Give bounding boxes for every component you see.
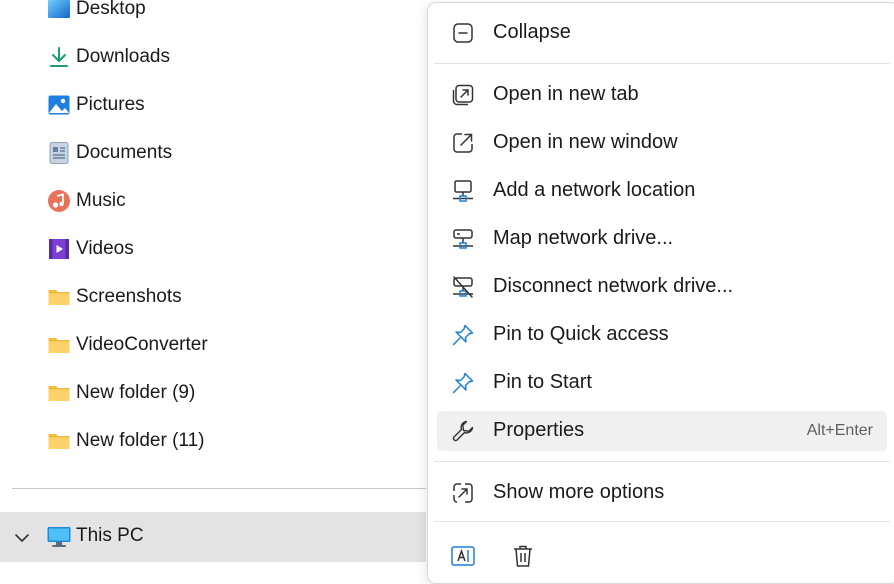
menu-separator: [434, 521, 890, 522]
wrench-icon: [451, 419, 475, 443]
nav-label: Desktop: [76, 0, 146, 19]
shortcut-hint: Alt+Enter: [806, 422, 873, 439]
menu-item-map-network-drive[interactable]: Map network drive...: [437, 219, 887, 259]
menu-item-label: Pin to Start: [493, 371, 592, 393]
menu-item-label: Properties: [493, 419, 585, 441]
nav-label: New folder (11): [76, 430, 205, 451]
nav-item-music[interactable]: Music: [0, 177, 426, 225]
nav-item-videoconverter[interactable]: VideoConverter: [0, 321, 426, 369]
collapse-icon: [451, 21, 475, 45]
menu-item-collapse[interactable]: Collapse: [437, 13, 887, 53]
nav-label: Documents: [76, 142, 173, 163]
disconnect-drive-icon: [451, 275, 475, 299]
folder-icon: [46, 332, 72, 358]
nav-item-documents[interactable]: Documents: [0, 129, 426, 177]
nav-item-pictures[interactable]: Pictures: [0, 81, 426, 129]
menu-item-label: Pin to Quick access: [493, 323, 669, 345]
menu-item-label: Open in new window: [493, 131, 678, 153]
menu-item-label: Map network drive...: [493, 227, 674, 249]
nav-label: Pictures: [76, 94, 145, 115]
nav-label: This PC: [76, 525, 144, 546]
menu-item-open-new-window[interactable]: Open in new window: [437, 123, 887, 163]
delete-icon[interactable]: [510, 543, 536, 569]
pictures-icon: [46, 92, 72, 118]
open-new-window-icon: [451, 131, 475, 155]
folder-icon: [46, 380, 72, 406]
menu-separator: [434, 461, 890, 462]
desktop-icon: [46, 0, 72, 22]
pin-icon: [451, 371, 475, 395]
nav-item-new-folder-11[interactable]: New folder (11): [0, 417, 426, 465]
menu-item-disconnect-network-drive[interactable]: Disconnect network drive...: [437, 267, 887, 307]
nav-label: VideoConverter: [76, 334, 208, 355]
menu-item-label: Collapse: [493, 21, 571, 43]
menu-item-show-more-options[interactable]: Show more options: [437, 473, 887, 513]
documents-icon: [46, 140, 72, 166]
nav-item-downloads[interactable]: Downloads: [0, 33, 426, 81]
menu-item-properties[interactable]: Properties Alt+Enter: [437, 411, 887, 451]
pin-icon: [451, 323, 475, 347]
nav-item-this-pc[interactable]: This PC: [0, 512, 426, 562]
rename-icon[interactable]: [450, 543, 476, 569]
network-location-icon: [451, 179, 475, 203]
videos-icon: [46, 236, 72, 262]
download-icon: [46, 44, 72, 70]
nav-item-videos[interactable]: Videos: [0, 225, 426, 273]
menu-item-add-network-location[interactable]: Add a network location: [437, 171, 887, 211]
nav-label: Music: [76, 190, 126, 211]
menu-item-label: Disconnect network drive...: [493, 275, 734, 297]
menu-item-pin-quick-access[interactable]: Pin to Quick access: [437, 315, 887, 355]
menu-item-label: Add a network location: [493, 179, 696, 201]
nav-label: New folder (9): [76, 382, 196, 403]
folder-icon: [46, 284, 72, 310]
menu-item-label: Open in new tab: [493, 83, 639, 105]
nav-divider: [12, 488, 426, 489]
show-more-options-icon: [451, 481, 475, 505]
nav-label: Videos: [76, 238, 134, 259]
nav-label: Screenshots: [76, 286, 182, 307]
nav-label: Downloads: [76, 46, 170, 67]
menu-item-pin-to-start[interactable]: Pin to Start: [437, 363, 887, 403]
menu-item-open-new-tab[interactable]: Open in new tab: [437, 75, 887, 115]
map-drive-icon: [451, 227, 475, 251]
context-menu: Collapse Open in new tab Open in new win…: [427, 2, 894, 584]
menu-separator: [434, 63, 890, 64]
music-icon: [46, 188, 72, 214]
computer-icon: [46, 524, 72, 550]
nav-item-new-folder-9[interactable]: New folder (9): [0, 369, 426, 417]
nav-item-desktop[interactable]: Desktop: [0, 0, 426, 33]
chevron-down-icon[interactable]: [12, 528, 32, 548]
folder-icon: [46, 428, 72, 454]
menu-item-label: Show more options: [493, 481, 665, 503]
nav-item-screenshots[interactable]: Screenshots: [0, 273, 426, 321]
open-new-tab-icon: [451, 83, 475, 107]
